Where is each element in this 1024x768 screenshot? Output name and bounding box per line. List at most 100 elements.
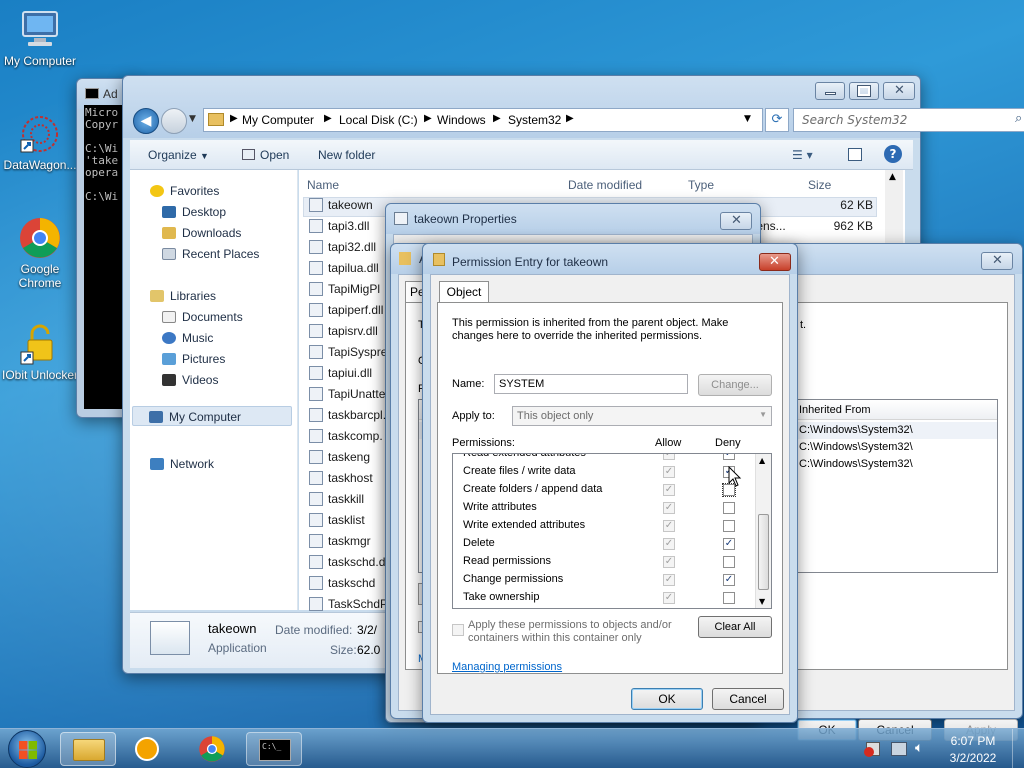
back-button[interactable]: ◀ (133, 108, 159, 134)
taskbar-chrome-button[interactable] (184, 732, 240, 766)
organize-button[interactable]: Organize ▼ (148, 148, 209, 162)
network-error-icon[interactable] (864, 742, 880, 757)
address-bar[interactable]: ▶ My Computer ▶ Local Disk (C:) ▶ Window… (203, 108, 763, 132)
permissions-scrollbar[interactable]: ▲ ▼ (755, 454, 771, 608)
clock-time[interactable]: 6:07 PM (940, 734, 1006, 748)
minimize-button[interactable] (815, 82, 845, 100)
desktop-icon-my-computer[interactable]: My Computer (0, 8, 80, 68)
close-button[interactable]: ✕ (759, 253, 791, 271)
desktop-icon-datawagon[interactable]: DataWagon... (0, 112, 80, 172)
details-date-label: Date modified: (275, 623, 353, 637)
nav-libraries[interactable]: Libraries (150, 289, 216, 303)
managing-permissions-link[interactable]: Managing permissions (452, 661, 562, 673)
new-folder-button[interactable]: New folder (318, 148, 375, 162)
desktop-icon-iobit-unlocker[interactable]: IObit Unlocker (0, 322, 80, 382)
nav-pictures[interactable]: Pictures (162, 352, 225, 366)
allow-checkbox[interactable]: ✓ (663, 520, 675, 532)
nav-recent-places[interactable]: Recent Places (162, 247, 259, 261)
permission-label: Create folders / append data (463, 483, 603, 495)
nav-favorites[interactable]: Favorites (150, 184, 219, 198)
deny-checkbox[interactable] (723, 592, 735, 604)
desktop-icon-label: DataWagon... (3, 158, 77, 172)
help-icon[interactable]: ? (884, 145, 902, 163)
file-icon (309, 576, 323, 590)
desktop-icon-google-chrome[interactable]: Google Chrome (0, 216, 80, 290)
permission-row: Read extended attributes ✓ ✓ (463, 454, 763, 463)
allow-checkbox[interactable]: ✓ (663, 538, 675, 550)
breadcrumb-system32[interactable]: System32 (508, 113, 561, 127)
allow-checkbox[interactable]: ✓ (663, 466, 675, 478)
ok-button[interactable]: OK (631, 688, 703, 710)
deny-checkbox[interactable]: ✓ (723, 574, 735, 586)
show-desktop-button[interactable] (1012, 729, 1024, 768)
close-button[interactable]: ✕ (720, 212, 752, 230)
preview-pane-icon[interactable] (848, 148, 862, 161)
start-button[interactable] (8, 730, 46, 768)
column-header-inherited-from[interactable]: Inherited From (799, 404, 871, 416)
breadcrumb-windows[interactable]: Windows (437, 113, 486, 127)
apply-children-checkbox[interactable] (452, 624, 464, 636)
allow-checkbox[interactable]: ✓ (663, 484, 675, 496)
column-header-date[interactable]: Date modified (568, 178, 642, 192)
chevron-down-icon[interactable]: ▼ (744, 114, 751, 124)
volume-icon[interactable]: 🔈︎ (915, 740, 923, 756)
allow-checkbox[interactable]: ✓ (663, 574, 675, 586)
close-button[interactable]: ✕ (883, 82, 915, 100)
folder-icon (208, 113, 224, 126)
chevron-up-icon[interactable]: ▲ (889, 172, 896, 182)
tab-object[interactable]: Object (439, 281, 489, 303)
nav-music[interactable]: Music (162, 331, 213, 345)
open-button[interactable]: Open (242, 148, 289, 162)
breadcrumb-my-computer[interactable]: My Computer (242, 113, 314, 127)
action-center-icon[interactable] (891, 742, 907, 756)
properties-titlebar[interactable]: takeown Properties (386, 204, 760, 234)
cancel-button[interactable]: Cancel (712, 688, 784, 710)
maximize-button[interactable] (849, 82, 879, 100)
allow-checkbox[interactable]: ✓ (663, 454, 675, 460)
nav-network[interactable]: Network (150, 457, 214, 471)
allow-checkbox[interactable]: ✓ (663, 556, 675, 568)
deny-checkbox[interactable]: ✓ (723, 454, 735, 460)
nav-my-computer-selected[interactable]: My Computer (132, 406, 292, 426)
nav-videos[interactable]: Videos (162, 373, 218, 387)
chevron-up-icon[interactable]: ▲ (759, 456, 765, 465)
view-options-icon[interactable]: ☰ ▾ (792, 148, 813, 162)
recent-pages-dropdown[interactable]: ▼ (189, 114, 196, 124)
clear-all-button[interactable]: Clear All (698, 616, 772, 638)
allow-checkbox[interactable]: ✓ (663, 502, 675, 514)
forward-button[interactable] (161, 108, 187, 134)
inherited-from-cell: C:\Windows\System32\ (799, 424, 913, 436)
deny-checkbox[interactable] (723, 556, 735, 568)
refresh-button[interactable]: ⟳ (765, 108, 789, 132)
clock-date[interactable]: 3/2/2022 (940, 751, 1006, 765)
column-header-name[interactable]: Name (307, 178, 339, 192)
close-button[interactable]: ✕ (981, 252, 1013, 270)
allow-checkbox[interactable]: ✓ (663, 592, 675, 604)
application-icon (150, 621, 190, 655)
permissions-list[interactable]: Read extended attributes ✓ ✓ Create files /… (452, 453, 772, 609)
breadcrumb-local-disk[interactable]: Local Disk (C:) (339, 113, 418, 127)
column-header-type[interactable]: Type (688, 178, 714, 192)
name-field[interactable]: SYSTEM (494, 374, 688, 394)
nav-desktop[interactable]: Desktop (162, 205, 226, 219)
nav-label: Libraries (170, 289, 217, 303)
taskbar-cmd-button[interactable]: C:\_ (246, 732, 302, 766)
taskbar-media-player-button[interactable] (120, 732, 176, 766)
permission-entry-titlebar[interactable]: Permission Entry for takeown (423, 244, 797, 274)
taskbar-explorer-button[interactable] (60, 732, 116, 766)
apply-to-select[interactable]: This object only ▼ (512, 406, 772, 426)
command-bar: Organize ▼ Open New folder ☰ ▾ ? (130, 140, 913, 170)
scrollbar-thumb[interactable] (758, 514, 769, 590)
nav-downloads[interactable]: Downloads (162, 226, 241, 240)
nav-label: Pictures (182, 352, 226, 366)
application-icon (242, 149, 255, 160)
column-header-size[interactable]: Size (808, 178, 831, 192)
deny-checkbox[interactable]: ✓ (723, 538, 735, 550)
deny-checkbox[interactable] (723, 520, 735, 532)
details-size-label: Size: (330, 643, 357, 657)
nav-documents[interactable]: Documents (162, 310, 243, 324)
deny-checkbox[interactable] (723, 502, 735, 514)
search-input[interactable]: Search System32 (793, 108, 1024, 132)
change-button[interactable]: Change... (698, 374, 772, 396)
chevron-down-icon[interactable]: ▼ (759, 597, 765, 606)
